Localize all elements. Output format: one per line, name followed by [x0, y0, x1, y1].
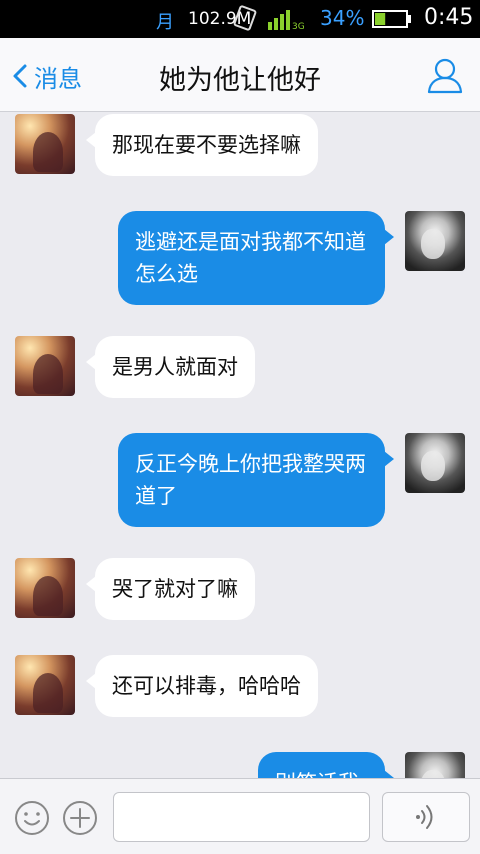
- chat-header: 消息 她为他让他好: [0, 38, 480, 112]
- message-bubble[interactable]: 哭了就对了嘛: [86, 558, 255, 620]
- emoji-icon[interactable]: [14, 800, 50, 836]
- message-bubble[interactable]: 逃避还是面对我都不知道怎么选: [118, 211, 394, 305]
- profile-icon[interactable]: [426, 56, 464, 94]
- message-bubble[interactable]: 那现在要不要选择嘛: [86, 114, 318, 176]
- voice-button[interactable]: [382, 792, 470, 842]
- voice-icon: [416, 805, 433, 829]
- moon-icon: 月: [156, 12, 174, 33]
- message-list[interactable]: 那现在要不要选择嘛 逃避还是面对我都不知道怎么选 是男人就面对 反正今晚上你把我…: [0, 112, 480, 778]
- message-bubble[interactable]: 是男人就面对: [86, 336, 255, 398]
- network-type: 3G: [292, 22, 305, 30]
- message-bubble[interactable]: 别笑话我: [258, 752, 394, 778]
- battery-percent: 34%: [320, 6, 365, 30]
- message-input[interactable]: [113, 792, 370, 842]
- signal-icon: 3G: [268, 10, 305, 30]
- battery-icon: [372, 10, 411, 28]
- contact-avatar[interactable]: [15, 558, 75, 618]
- my-avatar[interactable]: [405, 211, 465, 271]
- contact-avatar[interactable]: [15, 336, 75, 396]
- contact-avatar[interactable]: [15, 114, 75, 174]
- my-avatar[interactable]: [405, 433, 465, 493]
- message-bubble[interactable]: 还可以排毒，哈哈哈: [86, 655, 318, 717]
- input-bar: [0, 778, 480, 854]
- page-title: 她为他让他好: [159, 65, 321, 96]
- status-bar: 月 102.9M 3G 34% 0:45: [0, 0, 480, 38]
- contact-avatar[interactable]: [15, 655, 75, 715]
- plus-icon[interactable]: [62, 800, 98, 836]
- my-avatar[interactable]: [405, 752, 465, 778]
- message-bubble[interactable]: 反正今晚上你把我整哭两道了: [118, 433, 394, 527]
- clock: 0:45: [424, 5, 474, 30]
